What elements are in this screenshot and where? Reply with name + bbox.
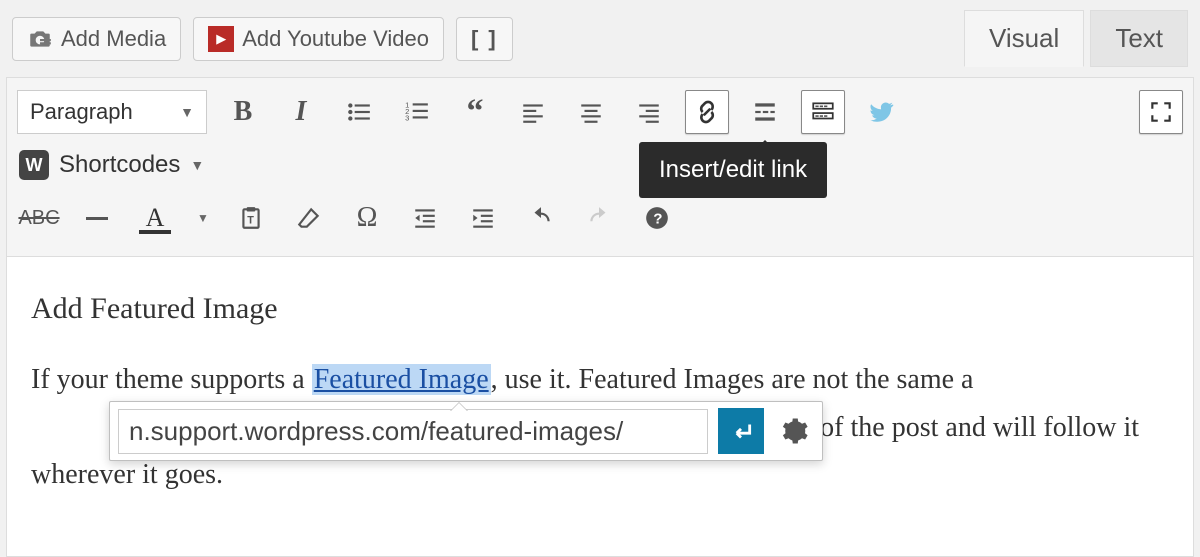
text-color-letter: A xyxy=(146,203,165,233)
content-text-2: , use it. Featured Images are not the sa… xyxy=(491,364,974,395)
toolbar-row-3: ABC A ▼ T Ω xyxy=(17,190,1183,246)
apply-link-button[interactable] xyxy=(718,408,764,454)
twitter-icon xyxy=(868,99,894,125)
shortcode-brackets-button[interactable]: [ ] xyxy=(456,17,513,61)
add-youtube-button[interactable]: Add Youtube Video xyxy=(193,17,444,61)
format-select-value: Paragraph xyxy=(30,99,133,125)
insert-link-button[interactable] xyxy=(685,90,729,134)
clipboard-icon: T xyxy=(238,205,264,231)
align-center-button[interactable] xyxy=(569,90,613,134)
indent-icon xyxy=(470,205,496,231)
svg-text:3: 3 xyxy=(405,114,409,123)
help-icon: ? xyxy=(644,205,670,231)
outdent-icon xyxy=(412,205,438,231)
svg-text:T: T xyxy=(247,214,254,226)
fullscreen-button[interactable] xyxy=(1139,90,1183,134)
svg-text:?: ? xyxy=(653,210,662,227)
fullscreen-icon xyxy=(1148,99,1174,125)
bullet-list-button[interactable] xyxy=(337,90,381,134)
help-button[interactable]: ? xyxy=(635,196,679,240)
link-settings-button[interactable] xyxy=(774,411,814,451)
tab-visual[interactable]: Visual xyxy=(964,10,1084,67)
twitter-button[interactable] xyxy=(859,90,903,134)
outdent-button[interactable] xyxy=(403,196,447,240)
eraser-icon xyxy=(296,205,322,231)
link-tooltip-text: Insert/edit link xyxy=(659,156,807,183)
redo-icon xyxy=(586,205,612,231)
camera-icon xyxy=(27,26,53,52)
editor-content[interactable]: Add Featured Image If your theme support… xyxy=(6,257,1194,557)
insert-more-button[interactable] xyxy=(743,90,787,134)
chevron-down-icon: ▼ xyxy=(180,104,194,120)
bullet-list-icon xyxy=(346,99,372,125)
clear-formatting-button[interactable] xyxy=(287,196,331,240)
content-text-1: If your theme supports a xyxy=(31,364,312,395)
special-character-button[interactable]: Ω xyxy=(345,196,389,240)
text-color-swatch xyxy=(139,230,171,234)
add-youtube-label: Add Youtube Video xyxy=(242,26,429,52)
link-icon xyxy=(694,99,720,125)
editor-tabs: Visual Text xyxy=(964,10,1188,67)
tab-text-label: Text xyxy=(1115,23,1163,53)
blockquote-button[interactable]: “ xyxy=(453,90,497,134)
inline-link-popover xyxy=(109,401,823,461)
align-left-button[interactable] xyxy=(511,90,555,134)
content-heading: Add Featured Image xyxy=(31,283,1169,334)
enter-icon xyxy=(728,418,754,444)
paste-text-button[interactable]: T xyxy=(229,196,273,240)
brackets-label: [ ] xyxy=(471,26,498,51)
chevron-down-icon: ▼ xyxy=(197,211,209,225)
text-color-button[interactable]: A xyxy=(133,196,177,240)
tab-text[interactable]: Text xyxy=(1090,10,1188,67)
add-media-button[interactable]: Add Media xyxy=(12,17,181,61)
chevron-down-icon: ▼ xyxy=(190,157,204,173)
redo-button[interactable] xyxy=(577,196,621,240)
numbered-list-button[interactable]: 123 xyxy=(395,90,439,134)
featured-image-link[interactable]: Featured Image xyxy=(312,364,491,395)
format-select[interactable]: Paragraph ▼ xyxy=(17,90,207,134)
kitchen-sink-icon xyxy=(810,99,836,125)
strikethrough-button[interactable]: ABC xyxy=(17,196,61,240)
shortcodes-label: Shortcodes xyxy=(59,151,180,179)
strikethrough-label: ABC xyxy=(18,207,59,230)
undo-button[interactable] xyxy=(519,196,563,240)
toolbar-row-1: Paragraph ▼ B I 123 “ xyxy=(17,84,1183,140)
text-color-dropdown[interactable]: ▼ xyxy=(191,196,215,240)
horizontal-rule-button[interactable] xyxy=(75,196,119,240)
gear-icon xyxy=(779,416,809,446)
numbered-list-icon: 123 xyxy=(404,99,430,125)
shortcodes-icon: W xyxy=(19,150,49,180)
indent-button[interactable] xyxy=(461,196,505,240)
align-right-button[interactable] xyxy=(627,90,671,134)
omega-icon: Ω xyxy=(357,202,378,234)
align-center-icon xyxy=(578,99,604,125)
toolbar-row-2: W Shortcodes ▼ xyxy=(17,140,1183,190)
italic-button[interactable]: I xyxy=(279,90,323,134)
link-tooltip: Insert/edit link xyxy=(639,142,827,198)
undo-icon xyxy=(528,205,554,231)
bold-button[interactable]: B xyxy=(221,90,265,134)
youtube-icon xyxy=(208,26,234,52)
shortcodes-dropdown[interactable]: W Shortcodes ▼ xyxy=(17,146,206,184)
media-button-row: Add Media Add Youtube Video [ ] Visual T… xyxy=(0,4,1200,77)
editor-wrap: Add Media Add Youtube Video [ ] Visual T… xyxy=(0,0,1200,557)
align-left-icon xyxy=(520,99,546,125)
tab-visual-label: Visual xyxy=(989,23,1059,53)
align-right-icon xyxy=(636,99,662,125)
read-more-icon xyxy=(752,99,778,125)
toolbar: Paragraph ▼ B I 123 “ xyxy=(6,77,1194,257)
toolbar-toggle-button[interactable] xyxy=(801,90,845,134)
link-url-input[interactable] xyxy=(118,409,708,454)
add-media-label: Add Media xyxy=(61,26,166,52)
featured-image-link-text: Featured Image xyxy=(314,364,489,395)
